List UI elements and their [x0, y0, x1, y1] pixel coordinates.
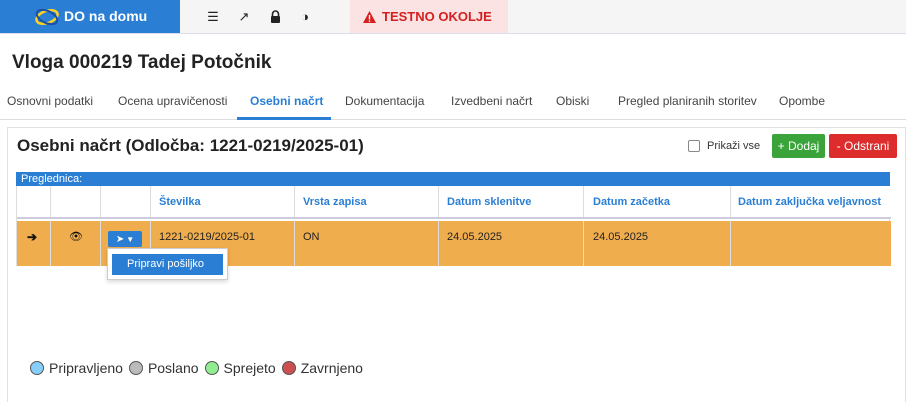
status-dot-icon	[128, 361, 143, 375]
logo-icon	[35, 8, 59, 26]
cell-datum-zacetka: 24.05.2025	[593, 231, 649, 243]
active-tab-indicator	[237, 117, 331, 120]
brand-home-link[interactable]: DO na domu	[0, 0, 180, 33]
column-header-datum-zacetka[interactable]: Datum začetka	[593, 196, 670, 208]
column-header-datum-sklenitve[interactable]: Datum sklenitve	[447, 196, 531, 208]
status-dot-icon	[281, 361, 296, 375]
legend-item-sprejeto: Sprejeto	[204, 360, 276, 376]
paper-plane-icon: ➤	[115, 233, 125, 245]
eye-icon[interactable]: 👁	[69, 230, 83, 243]
column-header-vrsta-zapisa[interactable]: Vrsta zapisa	[303, 196, 367, 208]
cell-stevilka: 1221-0219/2025-01	[159, 231, 256, 243]
tab-opombe[interactable]: Opombe	[779, 94, 825, 108]
list-icon[interactable]: ☰	[200, 0, 226, 33]
legend-item-pripravljeno: Pripravljeno	[30, 360, 123, 376]
tab-pregled-planiranih-storitev[interactable]: Pregled planiranih storitev	[618, 94, 757, 108]
tab-ocena-upravicenosti[interactable]: Ocena upravičenosti	[118, 94, 227, 108]
legend-item-zavrnjeno: Zavrnjeno	[281, 360, 363, 376]
status-dot-icon	[30, 361, 44, 375]
row-selected-arrow-icon: ➔	[27, 230, 38, 244]
contrast-icon[interactable]: ◑	[292, 0, 318, 33]
show-all-label: Prikaži vse	[707, 140, 761, 152]
brand-name: DO na domu	[64, 8, 148, 24]
panel-title: Osebni načrt (Odločba: 1221-0219/2025-01…	[17, 136, 364, 155]
legend-item-poslano: Poslano	[128, 360, 199, 376]
show-all-checkbox[interactable]	[688, 140, 700, 152]
tab-izvedbeni-nacrt[interactable]: Izvedbeni načrt	[451, 94, 532, 108]
environment-warning-text: TESTNO OKOLJE	[382, 9, 492, 24]
page-title: Vloga 000219 Tadej Potočnik	[12, 52, 272, 73]
cell-vrsta-zapisa: ON	[303, 231, 320, 243]
send-dropdown-menu: Pripravi pošiljko	[107, 248, 228, 280]
chevron-down-icon: ▼	[126, 234, 135, 244]
send-menu-button[interactable]: ➤ ▼	[108, 231, 142, 247]
top-bar: DO na domu ☰ ↗ ◑ TESTNO OKOLJE	[0, 0, 906, 34]
cell-datum-sklenitve: 24.05.2025	[447, 231, 503, 243]
tab-obiski[interactable]: Obiski	[556, 94, 589, 108]
grid-caption: Preglednica:	[16, 172, 890, 186]
menu-item-pripravi-posiljko[interactable]: Pripravi pošiljko	[112, 254, 223, 275]
tab-osnovni-podatki[interactable]: Osnovni podatki	[7, 94, 93, 108]
status-legend: Pripravljeno Poslano Sprejeto Zavrnjeno	[30, 360, 369, 376]
column-header-stevilka[interactable]: Številka	[159, 196, 201, 208]
lock-icon[interactable]	[262, 0, 288, 33]
environment-warning: TESTNO OKOLJE	[350, 0, 508, 33]
warning-icon	[363, 10, 376, 23]
tab-dokumentacija[interactable]: Dokumentacija	[345, 94, 424, 108]
tab-bar: Osnovni podatki Ocena upravičenosti Oseb…	[0, 86, 906, 120]
add-button[interactable]: + Dodaj	[772, 134, 825, 158]
column-header-datum-zakljucka[interactable]: Datum zaključka veljavnost	[738, 196, 881, 208]
show-all-toggle[interactable]: Prikaži vse	[688, 140, 760, 152]
tab-osebni-nacrt[interactable]: Osebni načrt	[250, 94, 323, 108]
status-dot-icon	[204, 361, 219, 375]
grid-header-row: Številka Vrsta zapisa Datum sklenitve Da…	[17, 186, 891, 219]
external-link-icon[interactable]: ↗	[231, 0, 257, 33]
remove-button[interactable]: - Odstrani	[829, 134, 897, 158]
